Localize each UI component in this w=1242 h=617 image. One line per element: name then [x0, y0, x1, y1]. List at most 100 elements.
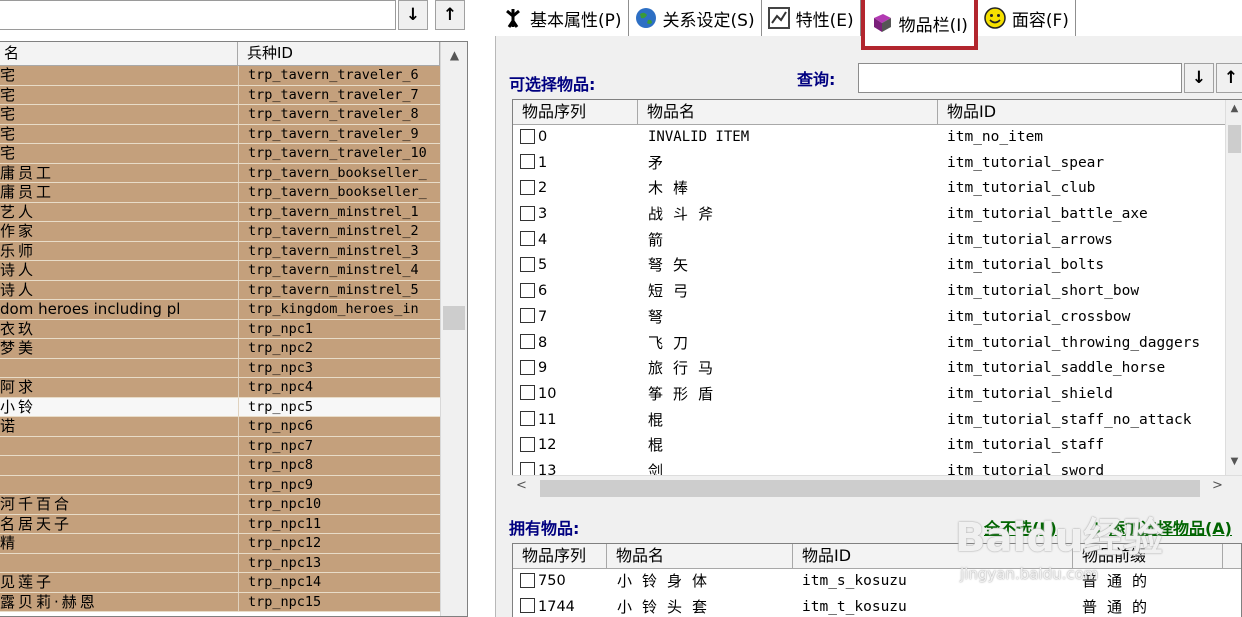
- troop-row[interactable]: 诗人 trp_tavern_minstrel_5: [0, 280, 440, 300]
- item-checkbox[interactable]: [520, 256, 535, 272]
- troop-row[interactable]: 宅 trp_tavern_traveler_8: [0, 105, 440, 125]
- item-row[interactable]: 6 短弓 itm_tutorial_short_bow: [513, 279, 1241, 305]
- column-header-troop-id[interactable]: 兵种ID: [238, 42, 440, 65]
- arrow-up-icon: ↑: [1223, 68, 1239, 88]
- left-sort-down-button[interactable]: ↓: [398, 0, 428, 30]
- item-row[interactable]: 11 棍 itm_tutorial_staff_no_attack: [513, 408, 1241, 434]
- item-checkbox[interactable]: [520, 598, 535, 614]
- tab-inventory[interactable]: 物品栏(I): [860, 0, 978, 50]
- item-row[interactable]: 10 筝形盾 itm_tutorial_shield: [513, 382, 1241, 408]
- column-header-item-name[interactable]: 物品名: [638, 100, 938, 124]
- troop-row[interactable]: 见莲子 trp_npc14: [0, 573, 440, 593]
- items-sort-up-button[interactable]: ↑: [1216, 63, 1242, 93]
- column-header-item-index[interactable]: 物品序列: [513, 544, 607, 568]
- troop-row[interactable]: trp_npc3: [0, 358, 440, 378]
- item-checkbox[interactable]: [520, 308, 535, 324]
- item-id: itm_no_item: [947, 129, 1044, 145]
- item-checkbox[interactable]: [520, 572, 535, 588]
- troop-row[interactable]: 艺人 trp_tavern_minstrel_1: [0, 202, 440, 222]
- scroll-left-icon[interactable]: <: [516, 478, 527, 493]
- scroll-right-icon[interactable]: >: [1212, 478, 1223, 493]
- item-checkbox[interactable]: [520, 128, 535, 144]
- available-items-hscroll[interactable]: < >: [512, 475, 1242, 500]
- troop-row[interactable]: 梦美 trp_npc2: [0, 339, 440, 359]
- item-row[interactable]: 0 INVALID ITEM itm_no_item: [513, 125, 1241, 151]
- troop-id: trp_tavern_traveler_7: [238, 85, 440, 104]
- troop-list-scrollbar[interactable]: ▲: [440, 42, 467, 616]
- troop-row[interactable]: 庸员工 trp_tavern_bookseller_: [0, 183, 440, 203]
- item-row[interactable]: 3 战斗斧 itm_tutorial_battle_axe: [513, 202, 1241, 228]
- item-name: INVALID ITEM: [648, 129, 750, 145]
- item-checkbox[interactable]: [520, 231, 535, 247]
- troop-row[interactable]: 宅 trp_tavern_traveler_10: [0, 144, 440, 164]
- troop-row[interactable]: 小铃 trp_npc5: [0, 397, 440, 417]
- troop-name: [0, 437, 238, 456]
- scroll-up-icon[interactable]: ▲: [1226, 100, 1242, 118]
- tab-relations[interactable]: 关系设定(S): [629, 0, 762, 36]
- items-sort-down-button[interactable]: ↓: [1184, 63, 1214, 93]
- item-row[interactable]: 12 棍 itm_tutorial_staff: [513, 433, 1241, 459]
- owned-item-row[interactable]: 1744 小铃头套 itm_t_kosuzu 普通的: [513, 595, 1241, 617]
- troop-row[interactable]: trp_npc9: [0, 475, 440, 495]
- troop-row[interactable]: 露贝莉·赫恩 trp_npc15: [0, 592, 440, 612]
- troop-row[interactable]: dom heroes including pl trp_kingdom_heroe…: [0, 300, 440, 320]
- troop-row[interactable]: 作家 trp_tavern_minstrel_2: [0, 222, 440, 242]
- troop-row[interactable]: 庸员工 trp_tavern_bookseller_: [0, 163, 440, 183]
- scrollbar-thumb[interactable]: [1228, 125, 1241, 153]
- scrollbar-thumb[interactable]: [443, 306, 465, 330]
- troop-row[interactable]: 精 trp_npc12: [0, 534, 440, 554]
- item-row[interactable]: 1 矛 itm_tutorial_spear: [513, 151, 1241, 177]
- troop-row[interactable]: trp_npc13: [0, 553, 440, 573]
- item-row[interactable]: 9 旅行马 itm_tutorial_saddle_horse: [513, 356, 1241, 382]
- troop-row[interactable]: 宅 trp_tavern_traveler_7: [0, 85, 440, 105]
- scrollbar-thumb[interactable]: [540, 480, 1200, 497]
- troop-row[interactable]: 衣玖 trp_npc1: [0, 319, 440, 339]
- troop-name: 宅: [0, 144, 238, 163]
- troop-name: 阿求: [0, 378, 238, 397]
- item-row[interactable]: 4 箭 itm_tutorial_arrows: [513, 228, 1241, 254]
- item-name: 矛: [648, 153, 674, 172]
- item-checkbox[interactable]: [520, 334, 535, 349]
- item-checkbox[interactable]: [520, 205, 535, 221]
- item-checkbox[interactable]: [520, 154, 535, 170]
- item-row[interactable]: 5 弩矢 itm_tutorial_bolts: [513, 253, 1241, 279]
- item-checkbox[interactable]: [520, 282, 535, 298]
- item-name: 棍: [648, 410, 674, 429]
- item-checkbox[interactable]: [520, 411, 535, 427]
- item-row[interactable]: 7 弩 itm_tutorial_crossbow: [513, 305, 1241, 331]
- troop-row[interactable]: 乐师 trp_tavern_minstrel_3: [0, 241, 440, 261]
- item-checkbox[interactable]: [520, 436, 535, 452]
- troop-row[interactable]: 诺 trp_npc6: [0, 417, 440, 437]
- left-sort-up-button[interactable]: ↑: [435, 0, 465, 30]
- tab-face[interactable]: 面容(F): [978, 0, 1076, 36]
- scroll-down-icon[interactable]: ▼: [1226, 453, 1242, 471]
- owned-item-row[interactable]: 750 小铃身体 itm_s_kosuzu 普通的: [513, 569, 1241, 595]
- troop-row[interactable]: 宅 trp_tavern_traveler_9: [0, 124, 440, 144]
- troop-row[interactable]: trp_npc7: [0, 436, 440, 456]
- troop-row[interactable]: 诗人 trp_tavern_minstrel_4: [0, 261, 440, 281]
- troop-row[interactable]: 河千百合 trp_npc10: [0, 495, 440, 515]
- tab-traits[interactable]: 特性(E): [762, 0, 861, 36]
- available-items-table[interactable]: 物品序列 物品名 物品ID 0 INVALID ITEM itm_no_item 1 矛…: [512, 99, 1242, 500]
- item-row[interactable]: 2 木棒 itm_tutorial_club: [513, 176, 1241, 202]
- item-row[interactable]: 8 飞刀 itm_tutorial_throwing_daggers: [513, 331, 1241, 357]
- scroll-up-icon[interactable]: ▲: [441, 42, 467, 66]
- column-header-item-index[interactable]: 物品序列: [513, 100, 638, 124]
- item-checkbox[interactable]: [520, 385, 535, 401]
- troop-row[interactable]: trp_npc8: [0, 456, 440, 476]
- troop-name: 作家: [0, 222, 238, 241]
- left-search-input[interactable]: [0, 0, 396, 30]
- column-header-name[interactable]: 名: [0, 42, 238, 65]
- troop-row[interactable]: 名居天子 trp_npc11: [0, 514, 440, 534]
- item-checkbox[interactable]: [520, 179, 535, 195]
- tab-basic-attributes[interactable]: 基本属性(P): [496, 0, 629, 36]
- troop-list[interactable]: 名 兵种ID 宅 trp_tavern_traveler_6 宅 trp_tavern…: [0, 41, 468, 617]
- query-input[interactable]: [858, 63, 1182, 93]
- troop-row[interactable]: 阿求 trp_npc4: [0, 378, 440, 398]
- troop-name-text: 衣玖: [0, 319, 37, 338]
- available-items-vscroll[interactable]: ▲ ▼: [1225, 100, 1242, 475]
- column-header-item-name[interactable]: 物品名: [607, 544, 793, 568]
- troop-row[interactable]: 宅 trp_tavern_traveler_6: [0, 66, 440, 86]
- column-header-item-id[interactable]: 物品ID: [938, 100, 1228, 124]
- item-checkbox[interactable]: [520, 359, 535, 375]
